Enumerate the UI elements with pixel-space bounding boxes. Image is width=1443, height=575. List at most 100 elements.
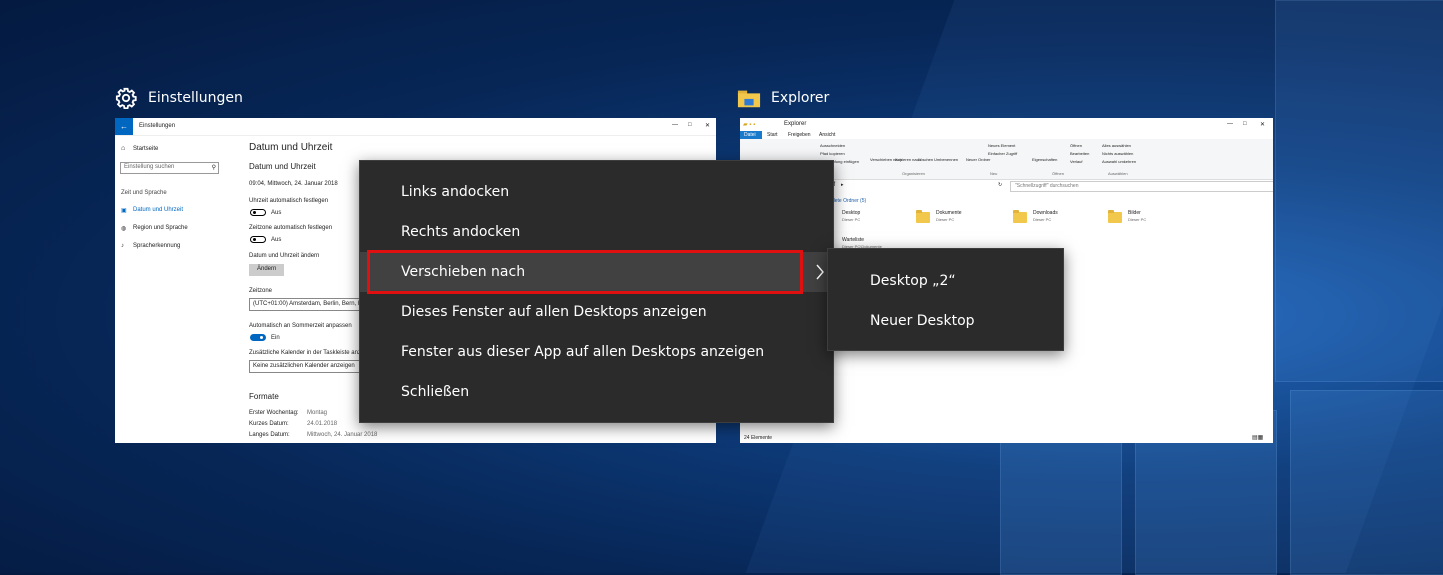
settings-caption[interactable]: Einstellungen bbox=[114, 86, 243, 110]
nav-item-datetime[interactable]: Datum und Uhrzeit bbox=[133, 207, 183, 213]
folder-pictures[interactable]: Bilder Dieser PC bbox=[1108, 208, 1178, 232]
explorer-titlebar-label: Explorer bbox=[784, 121, 807, 127]
ribbon-tab-home[interactable]: Start bbox=[767, 132, 778, 138]
globe-icon: ◍ bbox=[121, 226, 127, 232]
auto-time-label: Uhrzeit automatisch festlegen bbox=[249, 198, 329, 204]
search-icon: ⚲ bbox=[211, 165, 216, 171]
format-key: Langes Datum: bbox=[249, 432, 290, 438]
invert-selection-button[interactable]: Auswahl umkehren bbox=[1102, 159, 1136, 164]
submenu-item-label: Neuer Desktop bbox=[870, 313, 975, 329]
dst-toggle[interactable] bbox=[250, 334, 266, 341]
menu-item-show-on-all-desktops[interactable]: Dieses Fenster auf allen Desktops anzeig… bbox=[360, 292, 833, 332]
folder-name: Warteliste bbox=[842, 237, 865, 243]
ribbon-tab-label: Datei bbox=[744, 132, 756, 138]
refresh-icon[interactable]: ↻ bbox=[998, 182, 1002, 188]
formats-title: Formate bbox=[249, 392, 279, 401]
easy-access-button[interactable]: Einfacher Zugriff bbox=[988, 151, 1017, 156]
gear-icon bbox=[114, 86, 138, 110]
change-datetime-label: Datum und Uhrzeit ändern bbox=[249, 253, 320, 259]
folder-sub: Dieser PC bbox=[1128, 217, 1147, 222]
copy-path-button[interactable]: Pfad kopieren bbox=[820, 151, 845, 156]
timezone-label: Zeitzone bbox=[249, 288, 273, 294]
delete-button[interactable]: Löschen bbox=[918, 157, 933, 162]
explorer-search-placeholder: "Schnellzugriff" durchsuchen bbox=[1015, 183, 1079, 189]
nav-home[interactable]: Startseite bbox=[133, 146, 158, 152]
copy-to-button[interactable]: Kopieren nach bbox=[895, 157, 921, 162]
select-all-button[interactable]: Alles auswählen bbox=[1102, 143, 1131, 148]
maximize-button[interactable]: □ bbox=[1243, 121, 1247, 127]
ribbon-tab-file[interactable]: Datei bbox=[740, 131, 762, 139]
new-item-button[interactable]: Neues Element bbox=[988, 143, 1015, 148]
ribbon-group-label: Neu bbox=[990, 171, 998, 176]
current-datetime: 09:04, Mittwoch, 24. Januar 2018 bbox=[249, 181, 338, 187]
menu-item-label: Rechts andocken bbox=[401, 224, 521, 240]
explorer-caption[interactable]: Explorer bbox=[737, 86, 829, 110]
settings-search-input[interactable]: Einstellung suchen ⚲ bbox=[120, 162, 219, 174]
cut-button[interactable]: Ausschneiden bbox=[820, 143, 845, 148]
settings-section-label: Zeit und Sprache bbox=[121, 190, 167, 196]
select-none-button[interactable]: Nichts auswählen bbox=[1102, 151, 1133, 156]
auto-time-toggle[interactable] bbox=[250, 209, 266, 216]
close-button[interactable]: ✕ bbox=[705, 122, 710, 129]
auto-time-state: Aus bbox=[271, 210, 282, 216]
close-button[interactable]: ✕ bbox=[1260, 121, 1265, 128]
settings-titlebar: ← Einstellungen — □ ✕ bbox=[115, 118, 716, 136]
properties-button[interactable]: Eigenschaften bbox=[1032, 157, 1057, 162]
maximize-button[interactable]: □ bbox=[688, 122, 692, 128]
extra-calendar-label: Zusätzliche Kalender in der Taskleiste a… bbox=[249, 350, 376, 356]
ribbon-group-label: Auswählen bbox=[1108, 171, 1128, 176]
ribbon-tab-view[interactable]: Ansicht bbox=[819, 132, 835, 138]
submenu-item-label: Desktop „2“ bbox=[870, 273, 956, 289]
format-value: Mittwoch, 24. Januar 2018 bbox=[307, 432, 378, 438]
folder-icon bbox=[1013, 210, 1027, 223]
folder-explorer-icon bbox=[737, 86, 761, 110]
rename-button[interactable]: Umbenennen bbox=[934, 157, 958, 162]
auto-tz-toggle[interactable] bbox=[250, 236, 266, 243]
ribbon-group-label: Öffnen bbox=[1052, 171, 1064, 176]
explorer-titlebar: ▰ ▪ ▪ Explorer — □ ✕ bbox=[740, 118, 1273, 130]
history-button[interactable]: Verlauf bbox=[1070, 159, 1082, 164]
folder-downloads[interactable]: Downloads Dieser PC bbox=[1013, 208, 1083, 232]
status-bar: 24 Elemente bbox=[744, 435, 773, 441]
new-folder-button[interactable]: Neuer Ordner bbox=[966, 157, 990, 162]
auto-tz-label: Zeitzone automatisch festlegen bbox=[249, 225, 333, 231]
folder-icon bbox=[1108, 210, 1122, 223]
chevron-right-icon bbox=[816, 264, 824, 280]
home-icon: ⌂ bbox=[121, 145, 126, 152]
format-key: Erster Wochentag: bbox=[249, 410, 299, 416]
timezone-value: (UTC+01:00) Amsterdam, Berlin, Bern, Rom bbox=[253, 301, 371, 307]
ribbon-tabs: Datei Start Freigeben Ansicht bbox=[740, 131, 1273, 139]
folder-sub: Dieser PC bbox=[936, 217, 955, 222]
minimize-button[interactable]: — bbox=[1227, 121, 1233, 127]
change-button-label: Ändern bbox=[257, 266, 277, 272]
menu-item-close[interactable]: Schließen bbox=[360, 372, 833, 412]
folder-documents[interactable]: Dokumente Dieser PC bbox=[916, 208, 986, 232]
move-to-submenu: Desktop „2“ Neuer Desktop bbox=[827, 248, 1064, 351]
extra-calendar-value: Keine zusätzlichen Kalender anzeigen bbox=[253, 363, 355, 369]
settings-titlebar-label: Einstellungen bbox=[139, 123, 176, 129]
auto-tz-state: Aus bbox=[271, 237, 282, 243]
ribbon-tab-share[interactable]: Freigeben bbox=[788, 132, 811, 138]
chevron-down-icon: ▸ bbox=[841, 182, 844, 188]
minimize-button[interactable]: — bbox=[672, 122, 678, 128]
menu-item-show-app-on-all-desktops[interactable]: Fenster aus dieser App auf allen Desktop… bbox=[360, 332, 833, 372]
view-toggle-icon[interactable]: ▤▦ bbox=[1252, 434, 1263, 441]
change-button[interactable]: Ändern bbox=[249, 264, 284, 276]
explorer-search-input[interactable]: "Schnellzugriff" durchsuchen bbox=[1010, 181, 1273, 192]
submenu-item-new-desktop[interactable]: Neuer Desktop bbox=[828, 301, 1063, 341]
back-button[interactable]: ← bbox=[115, 118, 133, 135]
menu-item-snap-right[interactable]: Rechts andocken bbox=[360, 212, 833, 252]
page-title: Datum und Uhrzeit bbox=[249, 142, 333, 153]
sub-title: Datum und Uhrzeit bbox=[249, 162, 316, 171]
format-key: Kurzes Datum: bbox=[249, 421, 289, 427]
nav-item-region[interactable]: Region und Sprache bbox=[133, 225, 188, 231]
calendar-icon: ▣ bbox=[121, 208, 127, 214]
folder-sub: Dieser PC bbox=[1033, 217, 1052, 222]
open-button[interactable]: Öffnen bbox=[1070, 143, 1082, 148]
folder-sub: Dieser PC bbox=[842, 217, 861, 222]
submenu-item-desktop-2[interactable]: Desktop „2“ bbox=[828, 261, 1063, 301]
edit-button[interactable]: Bearbeiten bbox=[1070, 151, 1089, 156]
nav-item-speech[interactable]: Spracherkennung bbox=[133, 243, 180, 249]
menu-item-snap-left[interactable]: Links andocken bbox=[360, 172, 833, 212]
explorer-caption-label: Explorer bbox=[771, 90, 830, 106]
